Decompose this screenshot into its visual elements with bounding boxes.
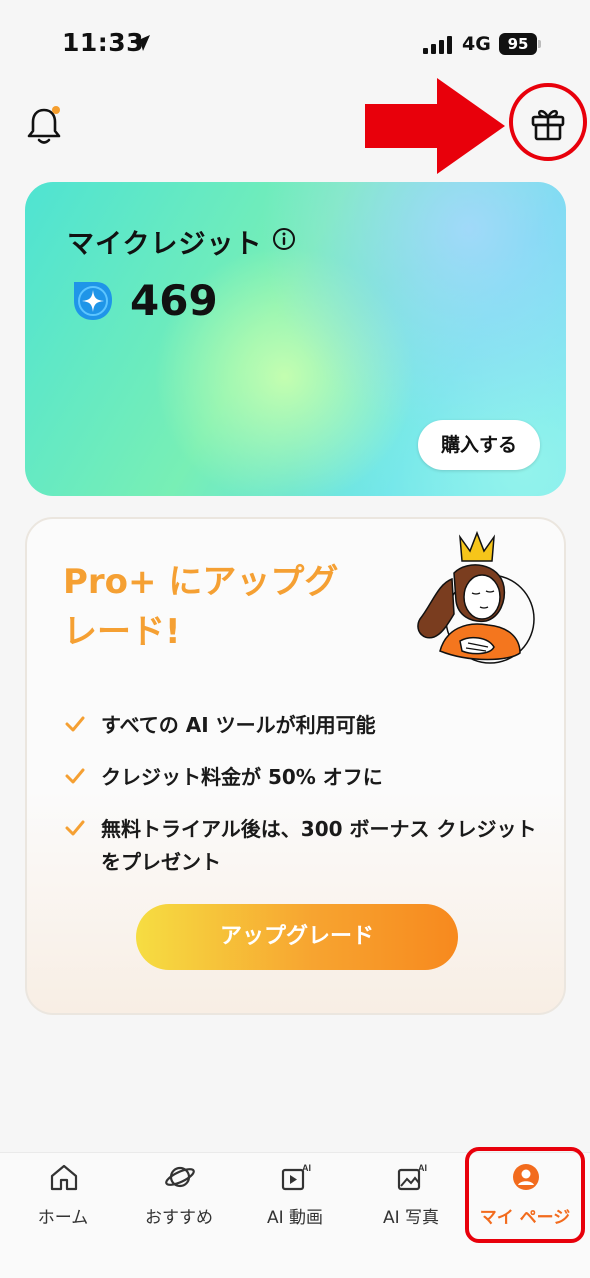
nav-item-home[interactable]: ホーム — [4, 1153, 122, 1253]
nav-label: AI 動画 — [266, 1208, 324, 1228]
battery-tip — [538, 40, 541, 48]
feature-list: すべての AI ツールが利用可能 クレジット料金が 50% オフに 無料トライア… — [65, 709, 545, 898]
buy-button[interactable]: 購入する — [418, 420, 540, 470]
planet-icon — [165, 1166, 195, 1188]
svg-text:AI: AI — [418, 1163, 427, 1173]
check-icon — [65, 716, 85, 732]
info-icon[interactable] — [272, 227, 296, 251]
nav-label: おすすめ — [145, 1208, 213, 1228]
upgrade-title-line1: Pro+ にアップグ — [63, 562, 339, 602]
nav-label: ホーム — [37, 1208, 89, 1228]
woman-crown-illustration — [417, 530, 535, 664]
battery-level: 95 — [499, 33, 537, 55]
home-icon — [50, 1164, 78, 1191]
feature-item: クレジット料金が 50% オフに — [65, 761, 545, 794]
credit-card: マイクレジット 469 購入する — [25, 182, 566, 496]
upgrade-title: Pro+ にアップグ レード! — [63, 557, 363, 657]
nav-label: AI 写真 — [382, 1208, 440, 1228]
check-icon — [65, 768, 85, 784]
notification-dot — [52, 106, 60, 114]
credit-title: マイクレジット — [67, 229, 263, 260]
svg-text:AI: AI — [302, 1163, 311, 1173]
ai-photo-icon: AI — [397, 1163, 427, 1191]
nav-item-recommended[interactable]: おすすめ — [120, 1153, 238, 1253]
check-icon — [65, 820, 85, 836]
credit-coin-icon — [74, 282, 112, 320]
signal-icon — [423, 36, 452, 54]
red-arrow-annotation — [365, 78, 505, 174]
feature-item: すべての AI ツールが利用可能 — [65, 709, 545, 742]
feature-text: すべての AI ツールが利用可能 — [101, 713, 376, 737]
upgrade-card: Pro+ にアップグ レード! すべての AI ツールが利用可能 クレジット料金… — [25, 517, 566, 1015]
ai-video-icon: AI — [281, 1163, 311, 1191]
upgrade-button[interactable]: アップグレード — [136, 904, 458, 970]
feature-text: 無料トライアル後は、300 ボーナス クレジットをプレゼント — [101, 817, 537, 874]
network-label: 4G — [462, 33, 491, 55]
status-bar: 11:33 4G 95 — [0, 0, 590, 90]
nav-item-ai-photo[interactable]: AI AI 写真 — [352, 1153, 470, 1253]
gift-icon[interactable] — [528, 105, 568, 141]
feature-item: 無料トライアル後は、300 ボーナス クレジットをプレゼント — [65, 813, 545, 879]
feature-text: クレジット料金が 50% オフに — [101, 765, 383, 789]
location-arrow-icon — [134, 35, 150, 51]
nav-item-ai-video[interactable]: AI AI 動画 — [236, 1153, 354, 1253]
credit-value: 469 — [130, 276, 218, 325]
nav-highlight-box — [465, 1147, 585, 1243]
upgrade-title-line2: レード! — [63, 612, 181, 652]
